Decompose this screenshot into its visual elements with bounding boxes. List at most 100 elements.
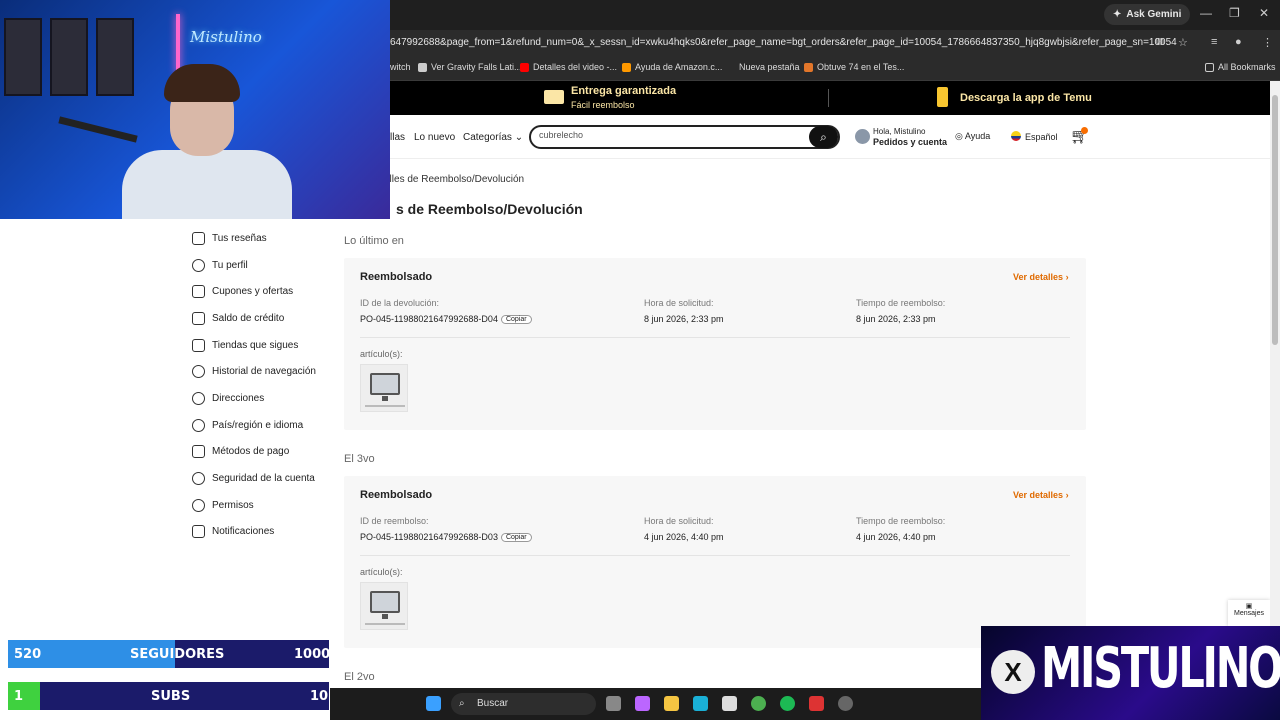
search-button[interactable]: ⌕ [809, 126, 838, 148]
request-time-label: Hora de solicitud: [644, 298, 714, 308]
search-input[interactable] [539, 130, 799, 140]
refund-status: Reembolsado [360, 489, 433, 501]
sidebar-item-addresses[interactable]: Direcciones [192, 389, 332, 407]
divider [360, 555, 1070, 556]
nav-partial-item[interactable]: llas [390, 132, 405, 143]
all-bookmarks[interactable]: All Bookmarks [1205, 62, 1276, 72]
search-icon: ⌕ [820, 130, 827, 144]
help-link[interactable]: ◎ Ayuda [955, 131, 990, 142]
spotify-icon[interactable] [780, 696, 795, 711]
monitor-image [370, 591, 400, 613]
section-heading: El 2vo [344, 671, 375, 683]
sidebar-item-reviews[interactable]: Tus reseñas [192, 229, 332, 247]
view-details-label: Ver detalles [1013, 272, 1064, 282]
folder-icon [1205, 62, 1214, 72]
bookmark-item[interactable]: witch [390, 62, 411, 72]
bookmark-label: Obtuve 74 en el Tes... [817, 62, 905, 72]
language-selector[interactable]: Español [1011, 131, 1058, 142]
sidebar-item-coupons[interactable]: Cupones y ofertas [192, 282, 332, 300]
product-thumbnail[interactable] [360, 582, 408, 630]
view-details-link[interactable]: Ver detalles › [1013, 490, 1069, 500]
monitor-stand [382, 396, 388, 401]
file-explorer-icon[interactable] [664, 696, 679, 711]
bookmark-item[interactable]: Nueva pestaña [739, 62, 800, 72]
shield-icon [192, 471, 205, 485]
subs-label: SUBS [151, 689, 191, 704]
view-details-link[interactable]: Ver detalles › [1013, 272, 1069, 282]
extensions-icon[interactable]: ≡ [1211, 36, 1217, 48]
store-icon [192, 338, 205, 352]
thumbnail-caption [365, 405, 405, 407]
bookmark-item[interactable]: Ayuda de Amazon.c... [622, 62, 722, 72]
restore-icon[interactable]: ❐ [1229, 6, 1240, 20]
menu-icon[interactable]: ⋮ [1262, 36, 1273, 49]
sidebar-item-label: Permisos [212, 499, 254, 511]
card-icon [192, 444, 205, 458]
sidebar-item-label: Tus reseñas [212, 232, 267, 244]
app-icon[interactable] [809, 696, 824, 711]
taskbar-search[interactable]: ⌕ Buscar [451, 693, 596, 715]
bookmark-label: Ver Gravity Falls Lati... [431, 62, 522, 72]
subs-goal-bar: 1 SUBS 10 [6, 680, 331, 712]
guarantee-title: Entrega garantizada [571, 85, 677, 97]
widget-icon[interactable] [635, 696, 650, 711]
sidebar-item-notifications[interactable]: Notificaciones [192, 522, 332, 540]
nav-new[interactable]: Lo nuevo [414, 132, 455, 143]
fox-icon [804, 62, 813, 72]
sidebar-item-profile[interactable]: Tu perfil [192, 256, 332, 274]
refund-status: Reembolsado [360, 271, 433, 283]
cart-badge [1081, 127, 1088, 134]
sidebar-item-payment[interactable]: Métodos de pago [192, 442, 332, 460]
refund-id-label: ID de reembolso: [360, 516, 429, 526]
search-bar[interactable]: ⌕ [529, 125, 840, 149]
divider [360, 337, 1070, 338]
taskbar-search-label: Buscar [477, 698, 509, 709]
bookmark-item[interactable]: Ver Gravity Falls Lati... [418, 62, 522, 72]
section-heading: El 3vo [344, 453, 375, 465]
copy-button[interactable]: Copiar [500, 315, 532, 324]
view-details-label: Ver detalles [1013, 490, 1064, 500]
refund-id-label: ID de la devolución: [360, 298, 440, 308]
breadcrumb[interactable]: alles de Reembolso/Devolución [384, 174, 524, 185]
streamer-hair [164, 64, 240, 102]
messages-button[interactable]: ▣ Mensajes [1228, 600, 1270, 626]
minimize-icon[interactable]: — [1200, 6, 1212, 20]
scrollbar-thumb[interactable] [1272, 95, 1278, 345]
store-app-icon[interactable] [722, 696, 737, 711]
scrollbar[interactable] [1270, 81, 1280, 626]
taskbar: ⌕ Buscar [330, 688, 981, 720]
install-icon[interactable]: ⧉ [1156, 36, 1164, 49]
bookmark-item[interactable]: Detalles del video -... [520, 62, 617, 72]
microphone-arm [58, 116, 138, 143]
download-app-link[interactable]: Descarga la app de Temu [960, 92, 1092, 104]
chrome-icon[interactable] [751, 696, 766, 711]
nav-categories[interactable]: Categorías ⌄ [463, 132, 523, 143]
obs-icon[interactable] [838, 696, 853, 711]
request-time-value: 4 jun 2026, 4:40 pm [644, 532, 724, 542]
sidebar-item-label: Tu perfil [212, 259, 248, 271]
items-label: artículo(s): [360, 349, 403, 359]
edge-icon[interactable] [693, 696, 708, 711]
globe-icon [192, 418, 205, 432]
close-icon[interactable]: ✕ [1259, 6, 1269, 20]
profile-icon[interactable]: ● [1235, 36, 1242, 48]
phone-icon [937, 87, 948, 107]
bookmark-item[interactable]: Obtuve 74 en el Tes... [804, 62, 904, 72]
sidebar-item-stores[interactable]: Tiendas que sigues [192, 336, 332, 354]
greeting: Hola, Mistulino [873, 127, 926, 136]
task-view-icon[interactable] [606, 696, 621, 711]
chevron-right-icon: › [1065, 272, 1069, 282]
language-label: Español [1025, 132, 1058, 142]
product-thumbnail[interactable] [360, 364, 408, 412]
sidebar-item-history[interactable]: Historial de navegación [192, 362, 332, 380]
sidebar-item-region[interactable]: País/región e idioma [192, 416, 332, 434]
copy-button[interactable]: Copiar [500, 533, 532, 542]
sidebar-item-security[interactable]: Seguridad de la cuenta [192, 469, 332, 487]
refund-time-value: 8 jun 2026, 2:33 pm [856, 314, 936, 324]
windows-start-icon[interactable] [426, 696, 441, 711]
url-text[interactable]: 647992688&page_from=1&refund_num=0&_x_se… [390, 37, 1177, 48]
sidebar-item-permissions[interactable]: Permisos [192, 496, 332, 514]
sidebar-item-credit[interactable]: Saldo de crédito [192, 309, 332, 327]
bookmark-star-icon[interactable]: ☆ [1178, 36, 1188, 49]
ask-gemini-button[interactable]: ✦ Ask Gemini [1104, 4, 1191, 25]
